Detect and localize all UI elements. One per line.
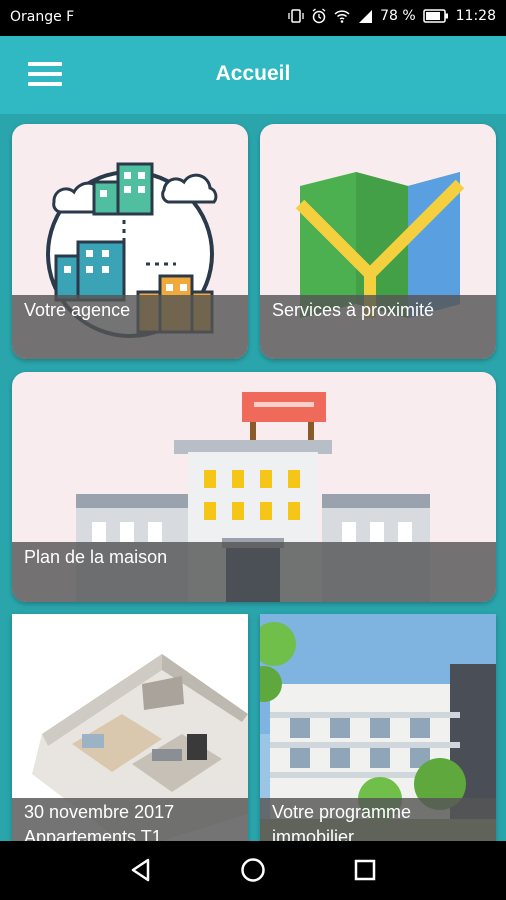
vibrate-icon <box>288 9 304 23</box>
tile-appartements-t1[interactable]: 30 novembre 2017 Appartements T1 <box>12 614 248 841</box>
tile-plan-maison[interactable]: Plan de la maison <box>12 372 496 602</box>
battery-icon <box>422 9 448 23</box>
tile-programme-immobilier[interactable]: Votre programme immobilier <box>260 614 496 841</box>
tile-label-line1: Votre programme <box>272 802 412 822</box>
page-title: Accueil <box>215 62 291 85</box>
battery-percent: 78 % <box>380 8 416 24</box>
carrier-name: Orange F <box>10 9 75 25</box>
tile-label-line1: 30 novembre 2017 <box>24 802 175 822</box>
tile-label-overlay: 30 novembre 2017 Appartements T1 <box>12 798 248 841</box>
app-bar: Accueil <box>0 36 506 114</box>
tile-services-proximite[interactable]: Services à proximité <box>260 124 496 359</box>
back-icon[interactable] <box>126 855 156 885</box>
tile-grid: Votre agence Services à proximité Plan d… <box>0 114 506 841</box>
recents-icon[interactable] <box>350 855 380 885</box>
tile-label: Plan de la maison <box>24 547 168 567</box>
tile-label-line2: Appartements T1 <box>24 827 162 841</box>
tile-label: Votre agence <box>24 300 131 320</box>
wifi-icon <box>334 10 350 23</box>
tile-label-overlay: Services à proximité <box>260 295 496 359</box>
status-icons: 78 % 11:28 <box>288 8 496 24</box>
tile-label: Services à proximité <box>272 300 435 320</box>
alarm-icon <box>312 8 326 24</box>
system-nav-bar <box>0 841 506 900</box>
clock: 11:28 <box>455 8 496 24</box>
home-icon[interactable] <box>238 855 268 885</box>
status-bar: Orange F 78 % 11:28 <box>0 0 506 36</box>
tile-label-overlay: Plan de la maison <box>12 542 496 602</box>
tile-label-overlay: Votre agence <box>12 295 248 359</box>
tile-votre-agence[interactable]: Votre agence <box>12 124 248 359</box>
tile-label-overlay: Votre programme immobilier <box>260 798 496 841</box>
tile-label-line2: immobilier <box>272 827 355 841</box>
signal-icon <box>359 10 373 23</box>
